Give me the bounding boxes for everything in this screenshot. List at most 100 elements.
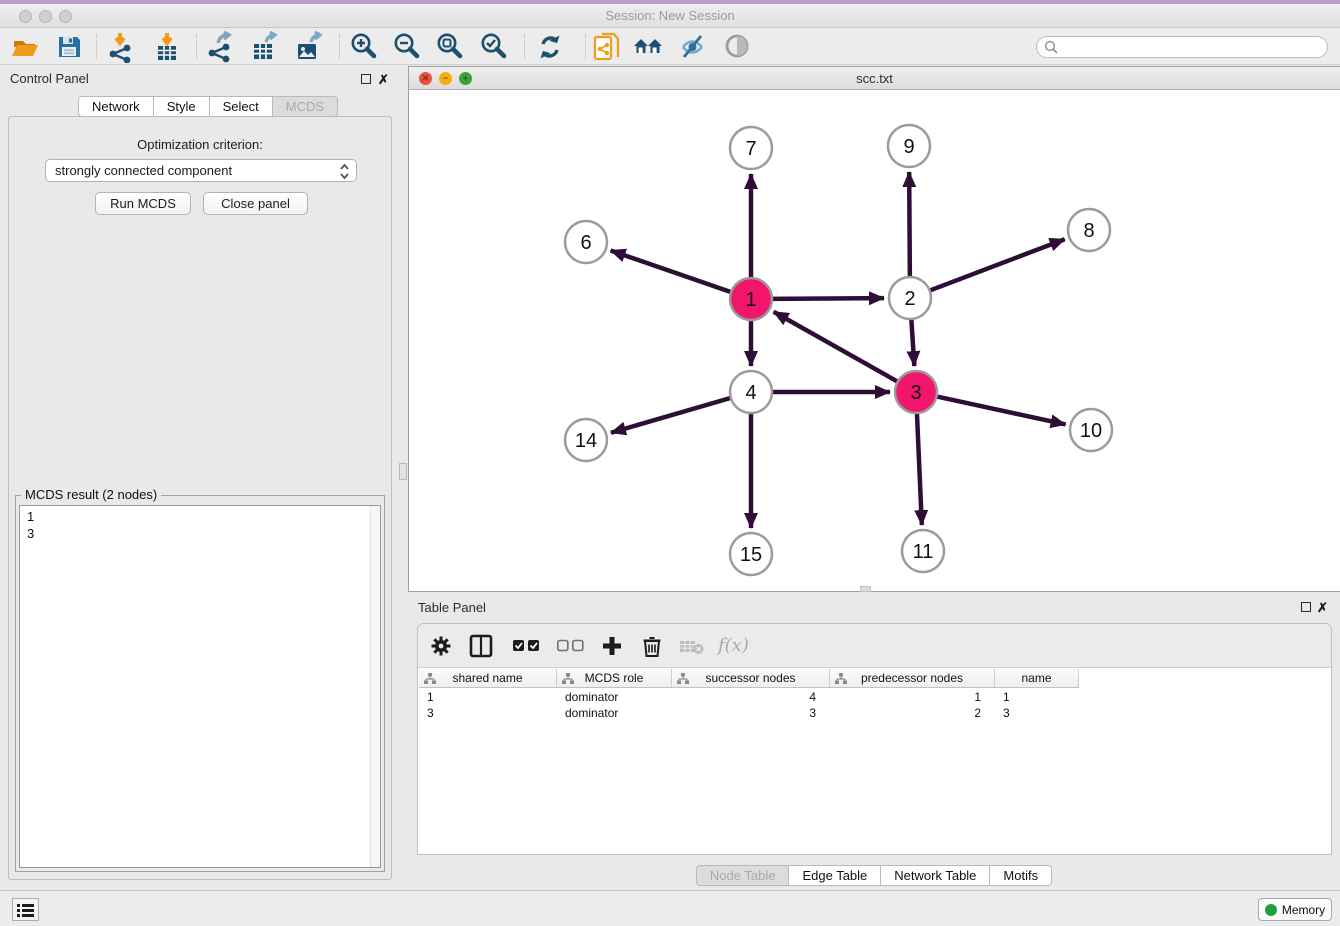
column-header-MCDS-role[interactable]: MCDS role [557, 669, 672, 687]
toolbar-separator [196, 34, 197, 59]
zoom-in-icon[interactable] [347, 31, 381, 63]
edge-4-14[interactable] [611, 398, 731, 433]
graph-node-11[interactable]: 11 [902, 530, 944, 572]
column-header-name[interactable]: name [995, 669, 1079, 687]
titlebar[interactable]: Session: New Session [0, 4, 1340, 28]
graph-node-7[interactable]: 7 [730, 127, 772, 169]
function-builder-icon[interactable]: f(x) [718, 631, 749, 661]
zoom-out-icon[interactable] [390, 31, 424, 63]
table-cell: dominator [557, 690, 672, 706]
control-panel-tabs: Network Style Select MCDS [78, 96, 338, 117]
graph-node-14[interactable]: 14 [565, 419, 607, 461]
graph-node-15[interactable]: 15 [730, 533, 772, 575]
edge-2-9[interactable] [909, 172, 910, 277]
edge-2-8[interactable] [930, 239, 1065, 290]
graph-node-8[interactable]: 8 [1068, 209, 1110, 251]
table-panel-close-button[interactable]: ✗ [1317, 602, 1328, 614]
mcds-panel: Optimization criterion: strongly connect… [8, 116, 392, 880]
export-network-icon[interactable] [203, 31, 237, 63]
graph-node-2[interactable]: 2 [889, 277, 931, 319]
mcds-result-scrollbar[interactable] [370, 506, 380, 867]
table-row[interactable]: 1dominator411 [419, 690, 1079, 706]
column-header-successor-nodes[interactable]: successor nodes [672, 669, 830, 687]
table-cell: 1 [419, 690, 557, 706]
delete-table-icon[interactable] [679, 631, 705, 661]
tab-motifs[interactable]: Motifs [990, 865, 1052, 886]
network-minimize-traffic-light[interactable]: − [439, 72, 452, 85]
memory-status-icon [1265, 904, 1277, 916]
tab-edge-table[interactable]: Edge Table [789, 865, 881, 886]
tab-network-table[interactable]: Network Table [881, 865, 990, 886]
network-close-traffic-light[interactable]: ✕ [419, 72, 432, 85]
hide-details-icon[interactable] [676, 31, 710, 63]
import-network-icon[interactable] [104, 31, 138, 63]
edge-3-11[interactable] [917, 413, 922, 525]
edge-1-2[interactable] [772, 298, 884, 299]
table-row[interactable]: 3dominator323 [419, 706, 1079, 722]
search-input[interactable] [1062, 39, 1312, 55]
refresh-view-icon[interactable] [533, 31, 567, 63]
tree-icon [424, 673, 436, 684]
edge-2-3[interactable] [911, 319, 914, 366]
window-title: Session: New Session [0, 8, 1340, 23]
open-file-icon[interactable] [8, 31, 42, 63]
settings-gear-icon[interactable] [430, 631, 452, 661]
network-window-title: scc.txt [856, 71, 893, 86]
toggle-column-view-icon[interactable] [469, 631, 493, 661]
show-details-icon[interactable] [720, 31, 754, 63]
column-header-shared-name[interactable]: shared name [419, 669, 557, 687]
criterion-select[interactable]: strongly connected component [45, 159, 357, 182]
network-window-titlebar[interactable]: ✕ − + scc.txt [409, 67, 1340, 90]
zoom-selected-icon[interactable] [477, 31, 511, 63]
tree-icon [835, 673, 847, 684]
node-label: 8 [1083, 220, 1094, 242]
network-canvas[interactable]: 7 9 6 8 1 2 4 3 14 10 15 11 [409, 91, 1340, 591]
table-panel-tabs: Node Table Edge Table Network Table Moti… [408, 865, 1340, 886]
tab-node-table[interactable]: Node Table [696, 865, 790, 886]
task-history-button[interactable] [12, 898, 39, 921]
edge-3-10[interactable] [937, 396, 1066, 424]
graph-node-9[interactable]: 9 [888, 125, 930, 167]
export-table-icon[interactable] [247, 31, 281, 63]
run-mcds-button[interactable]: Run MCDS [95, 192, 191, 215]
edge-3-1[interactable] [774, 312, 898, 382]
import-table-icon[interactable] [150, 31, 184, 63]
node-label: 14 [575, 430, 597, 452]
save-session-icon[interactable] [52, 31, 86, 63]
graph-node-10[interactable]: 10 [1070, 409, 1112, 451]
graph-node-3[interactable]: 3 [895, 371, 937, 413]
mcds-result-title: MCDS result (2 nodes) [21, 487, 161, 502]
panel-splitter-handle[interactable] [399, 463, 407, 480]
graph-node-4[interactable]: 4 [730, 371, 772, 413]
control-panel-title: Control Panel [10, 71, 89, 86]
table-cell: 1 [995, 690, 1079, 706]
table-splitter-handle[interactable] [860, 586, 871, 592]
tab-select[interactable]: Select [210, 96, 273, 117]
edge-1-6[interactable] [611, 250, 732, 292]
delete-column-icon[interactable] [641, 631, 663, 661]
export-image-icon[interactable] [291, 31, 325, 63]
search-box[interactable] [1036, 36, 1328, 58]
table-panel-float-button[interactable] [1301, 602, 1311, 612]
tab-style[interactable]: Style [154, 96, 210, 117]
graph-node-6[interactable]: 6 [565, 221, 607, 263]
deselect-all-icon[interactable] [557, 631, 584, 661]
clone-network-icon[interactable] [590, 31, 624, 63]
control-panel-close-button[interactable]: ✗ [378, 74, 389, 86]
memory-button[interactable]: Memory [1258, 898, 1332, 921]
zoom-fit-icon[interactable] [433, 31, 467, 63]
network-zoom-traffic-light[interactable]: + [459, 72, 472, 85]
graph-node-1[interactable]: 1 [730, 278, 772, 320]
close-panel-button[interactable]: Close panel [203, 192, 308, 215]
mcds-result-area[interactable]: 1 3 [19, 505, 381, 868]
table-panel-title: Table Panel [418, 600, 486, 615]
add-column-icon[interactable] [601, 631, 623, 661]
control-panel-float-button[interactable] [361, 74, 371, 84]
homes-icon[interactable] [632, 31, 666, 63]
network-graph[interactable]: 7 9 6 8 1 2 4 3 14 10 15 11 [409, 91, 1339, 592]
tab-network[interactable]: Network [78, 96, 154, 117]
select-all-icon[interactable] [513, 631, 540, 661]
tree-icon [677, 673, 689, 684]
tab-mcds[interactable]: MCDS [273, 96, 338, 117]
column-header-predecessor-nodes[interactable]: predecessor nodes [830, 669, 995, 687]
